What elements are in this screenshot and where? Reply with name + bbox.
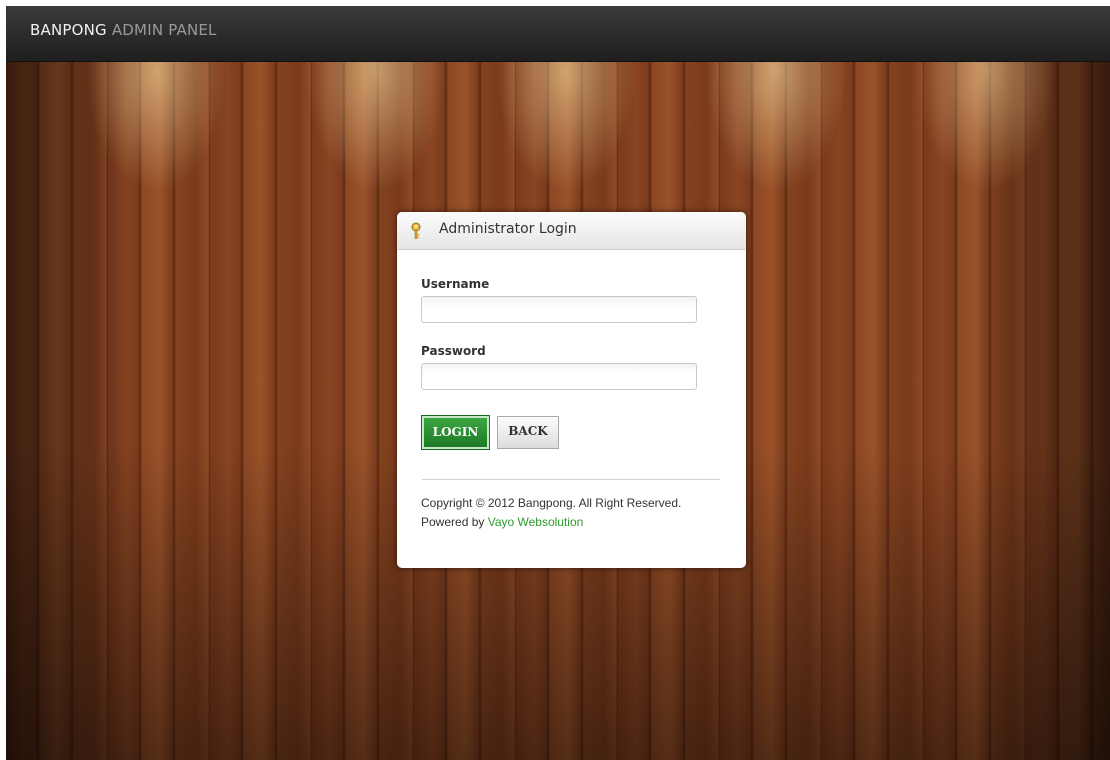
password-input[interactable]	[421, 363, 697, 390]
password-label: Password	[421, 344, 486, 358]
brand-name: BANPONG	[30, 21, 107, 39]
vayo-websolution-link[interactable]: Vayo Websolution	[488, 515, 584, 529]
copyright-text: Copyright © 2012 Bangpong. All Right Res…	[421, 496, 682, 510]
login-panel-title: Administrator Login	[439, 221, 577, 237]
page-frame: BANPONG ADMIN PANEL Administrator Login …	[6, 6, 1110, 760]
back-button[interactable]: BACK	[497, 416, 559, 449]
top-navbar: BANPONG ADMIN PANEL	[6, 6, 1110, 62]
powered-by-label: Powered by	[421, 515, 488, 529]
footer-divider	[422, 479, 720, 480]
brand-subtitle: ADMIN PANEL	[111, 21, 217, 39]
login-panel-header: Administrator Login	[397, 212, 746, 250]
brand-logo[interactable]: BANPONG ADMIN PANEL	[30, 21, 217, 39]
username-input[interactable]	[421, 296, 697, 323]
login-panel: Administrator Login Username Password LO…	[397, 212, 746, 568]
username-label: Username	[421, 277, 490, 291]
login-button[interactable]: LOGIN	[421, 415, 490, 450]
powered-by-line: Powered by Vayo Websolution	[421, 515, 583, 529]
key-icon	[410, 222, 422, 240]
